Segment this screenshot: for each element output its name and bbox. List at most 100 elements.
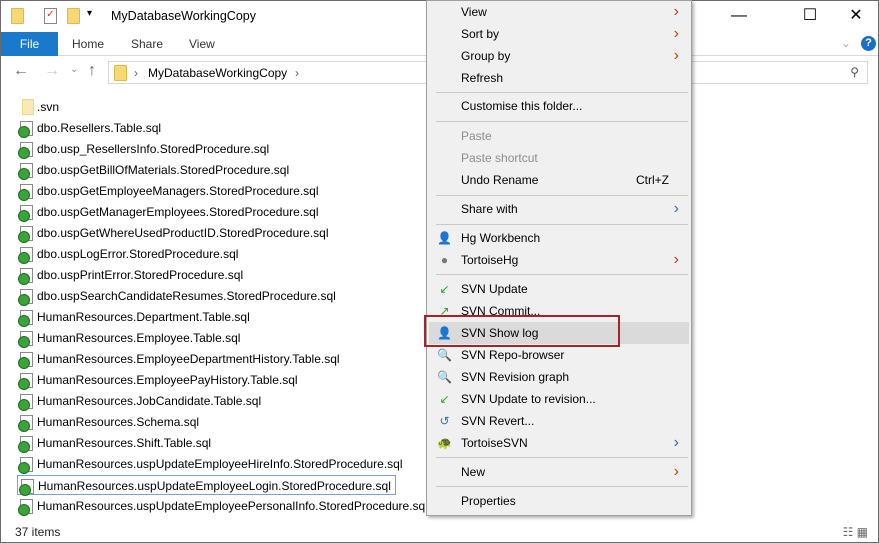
file-name: HumanResources.Schema.sql (37, 415, 200, 429)
file-name: dbo.uspGetEmployeeManagers.StoredProcedu… (37, 184, 319, 198)
file-item[interactable]: dbo.uspLogError.StoredProcedure.sql (17, 244, 238, 264)
properties-icon[interactable]: ✓ (44, 8, 57, 24)
workbench-icon: 👤 (437, 231, 452, 245)
menu-item-hg-workbench[interactable]: 👤 Hg Workbench (429, 227, 689, 249)
forward-button[interactable]: → (44, 62, 60, 80)
breadcrumb[interactable]: MyDatabaseWorkingCopy (148, 66, 287, 80)
tab-home[interactable]: Home (72, 32, 104, 56)
menu-item-svn-revert[interactable]: ↺ SVN Revert... (429, 410, 689, 432)
separator (436, 486, 688, 487)
file-name: dbo.uspGetWhereUsedProductID.StoredProce… (37, 226, 329, 240)
file-name: dbo.uspGetBillOfMaterials.StoredProcedur… (37, 163, 290, 177)
menu-item-undo-rename[interactable]: Undo Rename Ctrl+Z (429, 169, 689, 191)
svn-file-icon (18, 415, 33, 432)
separator (436, 92, 688, 93)
file-name: HumanResources.EmployeeDepartmentHistory… (37, 352, 340, 366)
svn-update-icon: ↙ (439, 392, 450, 406)
label: Group by (461, 49, 511, 63)
file-item[interactable]: dbo.uspSearchCandidateResumes.StoredProc… (17, 286, 336, 306)
maximize-button[interactable]: ☐ (787, 5, 833, 27)
chevron-right-icon: › (673, 463, 679, 480)
chevron-right-icon: › (673, 47, 679, 64)
menu-item-sort-by[interactable]: Sort by › (429, 23, 689, 45)
file-item[interactable]: HumanResources.Employee.Table.sql (17, 328, 240, 348)
file-item[interactable]: HumanResources.EmployeeDepartmentHistory… (17, 349, 340, 369)
up-button[interactable]: ↑ (88, 62, 96, 80)
file-item[interactable]: dbo.uspGetManagerEmployees.StoredProcedu… (17, 202, 319, 222)
label: Undo Rename (461, 173, 539, 187)
chevron-right-icon: › (134, 66, 138, 80)
item-count: 37 items (15, 525, 61, 539)
menu-item-properties[interactable]: Properties (429, 490, 689, 512)
expand-ribbon-icon[interactable]: ⌄ (841, 36, 851, 50)
file-item[interactable]: dbo.uspGetEmployeeManagers.StoredProcedu… (17, 181, 319, 201)
file-item[interactable]: dbo.uspGetBillOfMaterials.StoredProcedur… (17, 160, 289, 180)
menu-item-new[interactable]: New › (429, 461, 689, 483)
file-item[interactable]: HumanResources.Shift.Table.sql (17, 433, 211, 453)
menu-item-svn-update[interactable]: ↙ SVN Update (429, 278, 689, 300)
context-menu: View › Sort by › Group by › Refresh Customi… (426, 0, 692, 516)
file-item[interactable]: HumanResources.Department.Table.sql (17, 307, 250, 327)
file-item[interactable]: HumanResources.EmployeePayHistory.Table.… (17, 370, 298, 390)
file-item[interactable]: dbo.uspGetWhereUsedProductID.StoredProce… (17, 223, 329, 243)
new-folder-icon[interactable] (67, 8, 80, 24)
tab-view[interactable]: View (189, 32, 215, 56)
menu-item-paste-shortcut[interactable]: Paste shortcut (429, 147, 689, 169)
menu-item-tortoisehg[interactable]: ● TortoiseHg › (429, 249, 689, 271)
close-button[interactable]: ✕ (833, 5, 879, 27)
menu-item-customise[interactable]: Customise this folder... (429, 95, 689, 117)
recent-locations-icon[interactable]: ⌄ (70, 64, 78, 75)
file-name: HumanResources.uspUpdateEmployeePersonal… (37, 499, 428, 513)
menu-item-refresh[interactable]: Refresh (429, 67, 689, 89)
file-item[interactable]: dbo.uspPrintError.StoredProcedure.sql (17, 265, 243, 285)
separator (436, 121, 688, 122)
help-icon[interactable]: ? (861, 36, 876, 51)
file-item[interactable]: HumanResources.Schema.sql (17, 412, 199, 432)
menu-item-tortoisesvn[interactable]: 🐢 TortoiseSVN › (429, 432, 689, 454)
svn-file-icon (18, 247, 33, 264)
highlight-annotation (424, 315, 620, 347)
svn-file-icon (18, 373, 33, 390)
menu-item-svn-update-to-revision[interactable]: ↙ SVN Update to revision... (429, 388, 689, 410)
file-item[interactable]: HumanResources.JobCandidate.Table.sql (17, 391, 261, 411)
label: New (461, 465, 486, 479)
svn-file-icon (18, 205, 33, 222)
file-item[interactable]: HumanResources.uspUpdateEmployeePersonal… (17, 496, 428, 516)
svn-file-icon (18, 163, 33, 180)
file-item[interactable]: dbo.usp_ResellersInfo.StoredProcedure.sq… (17, 139, 269, 159)
menu-item-svn-revision-graph[interactable]: 🔍 SVN Revision graph (429, 366, 689, 388)
menu-item-paste[interactable]: Paste (429, 125, 689, 147)
menu-item-group-by[interactable]: Group by › (429, 45, 689, 67)
svn-file-icon (18, 457, 33, 474)
tab-share[interactable]: Share (131, 32, 163, 56)
repo-browser-icon: 🔍 (437, 348, 452, 362)
separator (436, 224, 688, 225)
search-icon[interactable]: ⚲ (850, 65, 859, 79)
file-name: dbo.uspLogError.StoredProcedure.sql (37, 247, 239, 261)
chevron-right-icon[interactable]: › (295, 66, 299, 80)
tab-file[interactable]: File (1, 32, 58, 56)
file-item[interactable]: .svn (17, 97, 59, 117)
svn-file-icon (18, 352, 33, 369)
file-name: dbo.usp_ResellersInfo.StoredProcedure.sq… (37, 142, 270, 156)
view-toggle-icons[interactable]: ☷ ▦ (843, 525, 868, 539)
menu-item-share-with[interactable]: Share with › (429, 198, 689, 220)
file-item[interactable]: dbo.Resellers.Table.sql (17, 118, 161, 138)
file-item[interactable]: HumanResources.uspUpdateEmployeeHireInfo… (17, 454, 403, 474)
file-name: HumanResources.Shift.Table.sql (37, 436, 212, 450)
separator (436, 195, 688, 196)
label: View (461, 5, 487, 19)
menu-item-view[interactable]: View › (429, 1, 689, 23)
menu-item-svn-repo-browser[interactable]: 🔍 SVN Repo-browser (429, 344, 689, 366)
back-button[interactable]: ← (13, 62, 29, 80)
customize-toolbar-icon[interactable]: ▾ (87, 8, 92, 26)
file-name: dbo.Resellers.Table.sql (37, 121, 162, 135)
separator (436, 457, 688, 458)
file-name: dbo.uspSearchCandidateResumes.StoredProc… (37, 289, 336, 303)
file-item[interactable]: HumanResources.uspUpdateEmployeeLogin.St… (17, 475, 396, 496)
chevron-right-icon: › (673, 251, 679, 268)
tortoisehg-icon: ● (440, 253, 449, 267)
svn-file-icon (18, 310, 33, 327)
file-name: dbo.uspGetManagerEmployees.StoredProcedu… (37, 205, 319, 219)
minimize-button[interactable]: — (716, 5, 762, 27)
